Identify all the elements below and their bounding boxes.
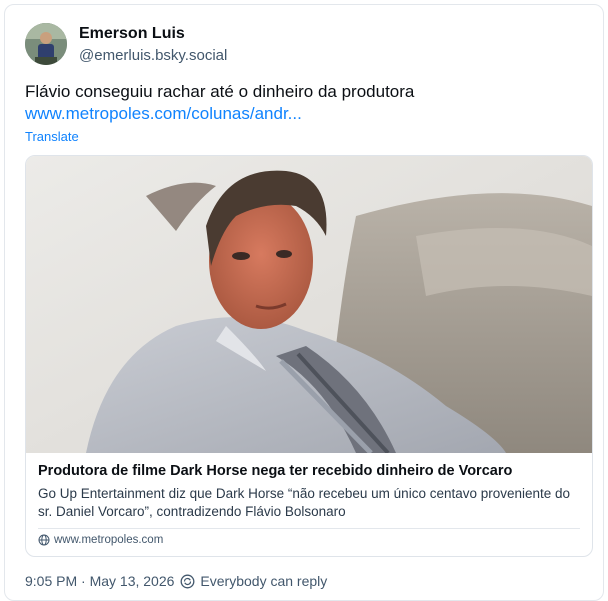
author-handle[interactable]: @emerluis.bsky.social <box>79 47 227 64</box>
embed-domain-text: www.metropoles.com <box>54 534 164 546</box>
post-text: Flávio conseguiu rachar até o dinheiro d… <box>25 82 415 101</box>
post-link[interactable]: www.metropoles.com/colunas/andr... <box>25 102 302 125</box>
globe-icon <box>38 534 50 546</box>
author-name[interactable]: Emerson Luis <box>79 25 185 43</box>
post-meta: 9:05 PM · May 13, 2026 Everybody can rep… <box>25 573 327 589</box>
post-timestamp[interactable]: 9:05 PM · May 13, 2026 <box>25 573 174 589</box>
embed-divider <box>38 528 580 529</box>
reply-settings-icon <box>180 574 195 588</box>
embed-thumbnail <box>26 156 592 453</box>
reply-settings-label: Everybody can reply <box>200 573 328 589</box>
embed-domain: www.metropoles.com <box>38 534 163 546</box>
avatar[interactable] <box>25 23 67 65</box>
translate-button[interactable]: Translate <box>25 129 79 144</box>
embed-description: Go Up Entertainment diz que Dark Horse “… <box>38 486 571 519</box>
embed-title: Produtora de filme Dark Horse nega ter r… <box>38 463 513 479</box>
post-card: Emerson Luis @emerluis.bsky.social Flávi… <box>4 4 604 601</box>
link-embed-card[interactable]: Produtora de filme Dark Horse nega ter r… <box>25 155 593 557</box>
reply-settings-button[interactable]: Everybody can reply <box>180 573 327 589</box>
